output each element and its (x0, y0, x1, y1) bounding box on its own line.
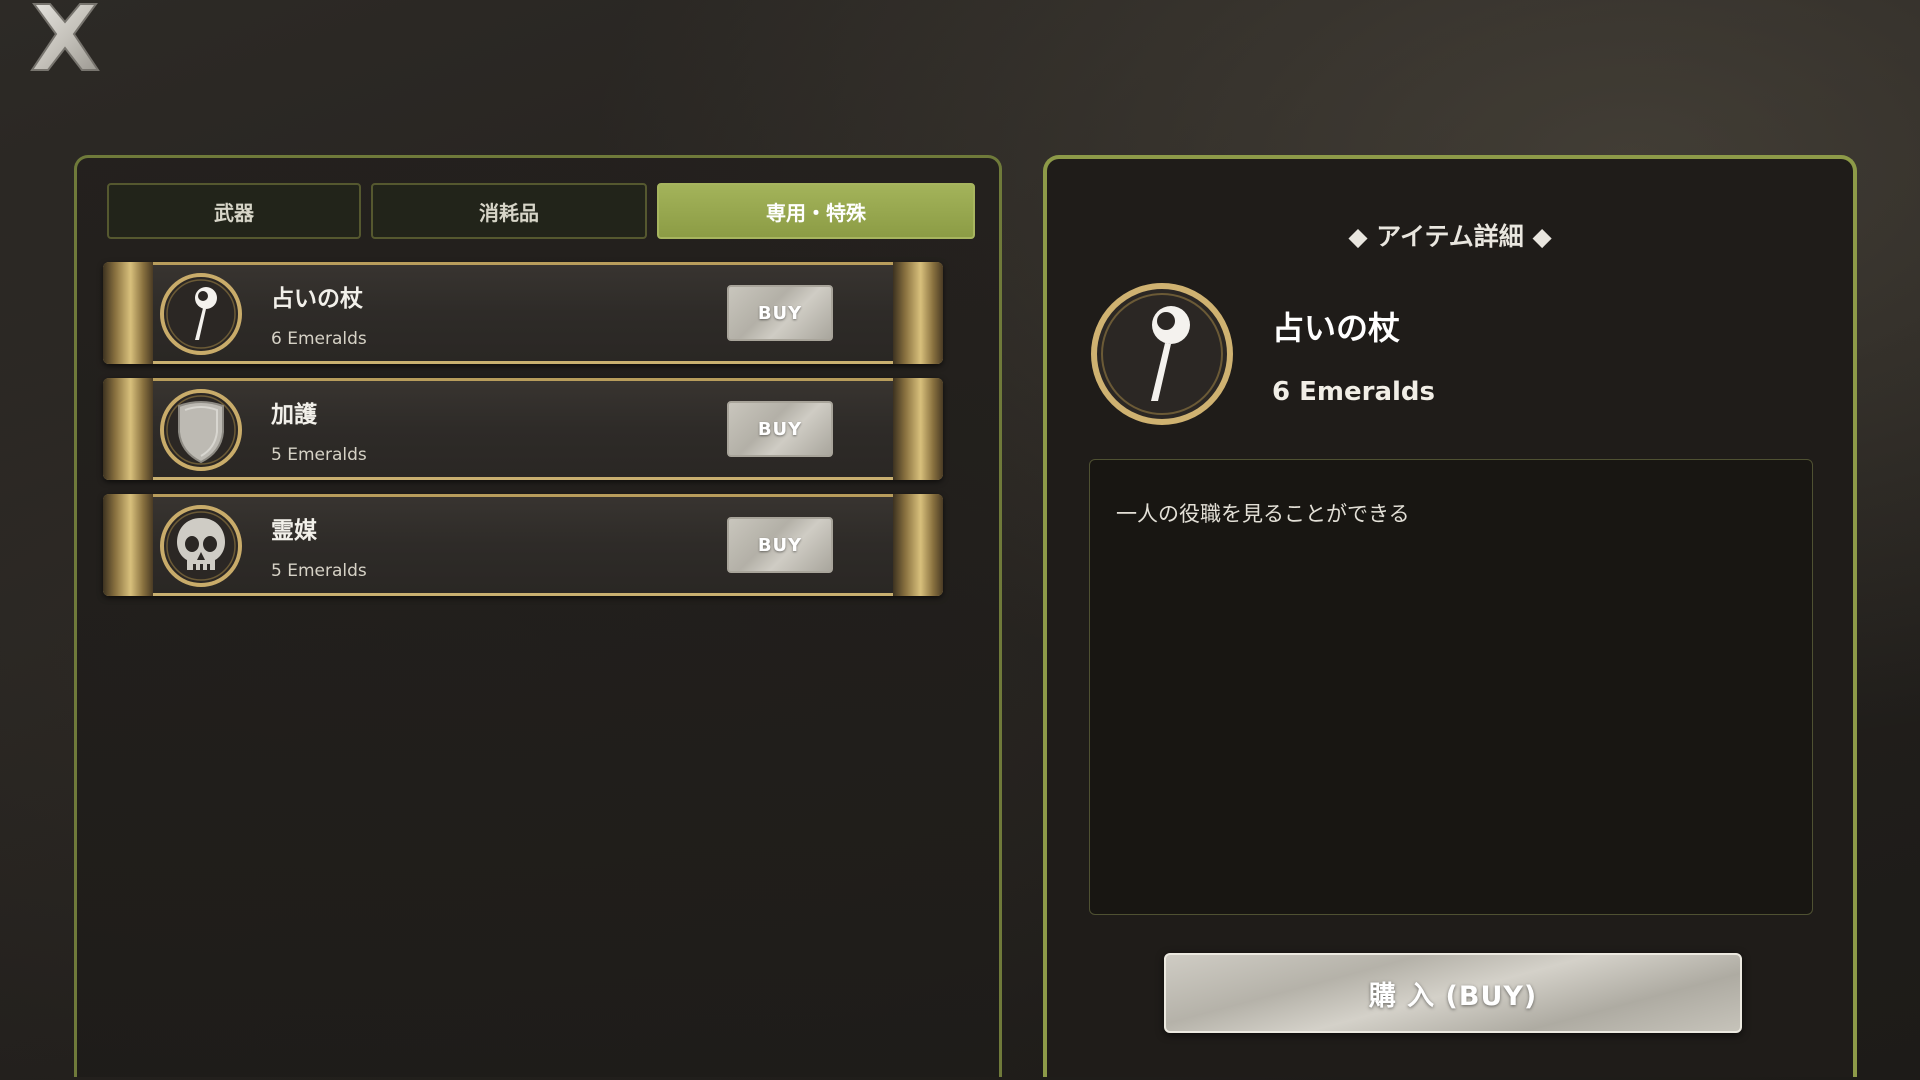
item-name: 霊媒 (271, 518, 317, 544)
detail-icon-frame (1089, 281, 1235, 427)
row-gold-cap-right (893, 494, 943, 596)
item-price: 5 Emeralds (271, 445, 367, 465)
buy-button-medium[interactable]: BUY (727, 517, 833, 573)
item-name: 占いの杖 (271, 286, 363, 312)
fortune-staff-icon (1091, 283, 1233, 425)
item-row-medium[interactable]: 霊媒 5 Emeralds BUY (103, 494, 943, 596)
shield-icon (160, 389, 242, 471)
row-gold-cap-right (893, 378, 943, 480)
tab-special[interactable]: 専用・特殊 (657, 183, 975, 239)
item-icon-frame (159, 388, 243, 472)
item-name: 加護 (271, 402, 317, 428)
detail-item-name: 占いの杖 (1272, 309, 1401, 347)
item-row-protection[interactable]: 加護 5 Emeralds BUY (103, 378, 943, 480)
fortune-staff-icon (160, 273, 242, 355)
detail-header: ◆ アイテム詳細 ◆ (1348, 222, 1552, 251)
row-gold-cap-right (893, 262, 943, 364)
close-x-icon (30, 2, 100, 71)
tab-consumables[interactable]: 消耗品 (371, 183, 647, 239)
item-price: 5 Emeralds (271, 561, 367, 581)
description-box: 一人の役職を見ることができる (1089, 459, 1813, 915)
item-description: 一人の役職を見ることができる (1116, 502, 1410, 526)
item-row-fortune-staff[interactable]: 占いの杖 6 Emeralds BUY (103, 262, 943, 364)
row-gold-cap-left (103, 378, 153, 480)
skull-icon (160, 505, 242, 587)
close-button[interactable] (24, 0, 106, 76)
row-gold-cap-left (103, 262, 153, 364)
item-icon-frame (159, 504, 243, 588)
row-gold-cap-left (103, 494, 153, 596)
purchase-button[interactable]: 購 入 (BUY) (1164, 953, 1742, 1033)
tab-weapons[interactable]: 武器 (107, 183, 361, 239)
item-price: 6 Emeralds (271, 329, 367, 349)
shop-panel: 武器 消耗品 専用・特殊 占いの杖 6 Emeralds BUY 加護 5 Em… (74, 155, 1002, 1077)
buy-button-fortune-staff[interactable]: BUY (727, 285, 833, 341)
item-detail-panel: ◆ アイテム詳細 ◆ 占いの杖 6 Emeralds 一人の役職を見ることができ… (1043, 155, 1857, 1077)
buy-button-protection[interactable]: BUY (727, 401, 833, 457)
detail-item-price: 6 Emeralds (1272, 377, 1435, 407)
category-tabs: 武器 消耗品 専用・特殊 (107, 183, 975, 241)
item-icon-frame (159, 272, 243, 356)
